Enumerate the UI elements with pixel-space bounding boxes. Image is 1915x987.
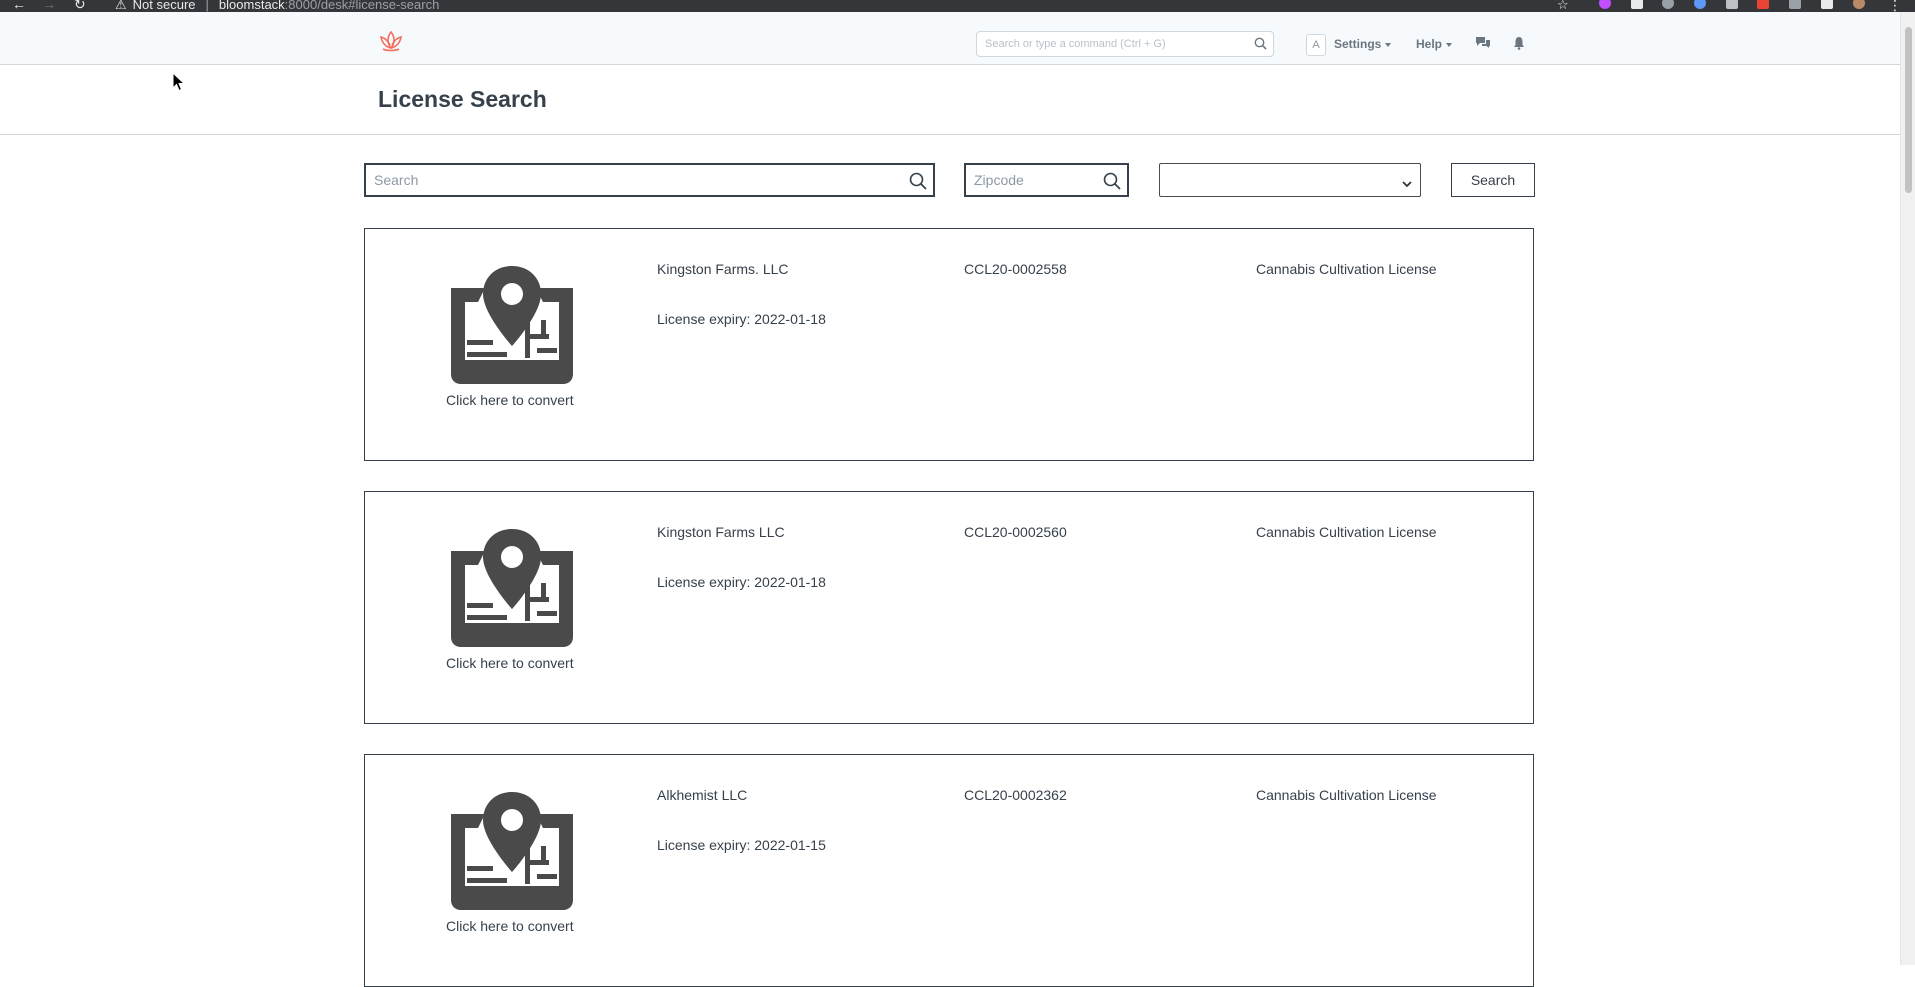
- security-label: Not secure: [132, 0, 196, 12]
- bell-icon[interactable]: [1513, 36, 1525, 55]
- license-type-select[interactable]: [1159, 163, 1421, 197]
- company-name: Alkhemist LLC: [657, 787, 748, 803]
- browser-toolbar: ← → ↻ ⚠ Not secure | bloomstack:8000/desk#l…: [0, 0, 1915, 12]
- url-host: bloomstack: [218, 0, 285, 12]
- license-type: Cannabis Cultivation License: [1256, 787, 1437, 803]
- address-bar[interactable]: ⚠ Not secure | bloomstack:8000/desk#license…: [115, 0, 439, 12]
- map-pin-icon[interactable]: [445, 788, 579, 919]
- zipcode-field[interactable]: [964, 163, 1129, 197]
- extension-icon[interactable]: [1599, 0, 1611, 9]
- profile-avatar[interactable]: [1853, 0, 1865, 9]
- scrollbar-thumb[interactable]: [1905, 27, 1912, 193]
- caret-down-icon: [1446, 42, 1453, 47]
- avatar[interactable]: A: [1306, 34, 1326, 56]
- extension-icon[interactable]: [1694, 0, 1706, 9]
- search-icon[interactable]: [909, 172, 927, 195]
- convert-link[interactable]: Click here to convert: [446, 918, 574, 934]
- license-card: Click here to convert Kingston Farms. LLC…: [364, 228, 1534, 461]
- search-icon[interactable]: [1103, 172, 1121, 195]
- page-title: License Search: [378, 86, 547, 112]
- scrollbar[interactable]: [1900, 12, 1915, 965]
- convert-link[interactable]: Click here to convert: [446, 655, 574, 671]
- awesomebar[interactable]: [976, 31, 1274, 57]
- lotus-logo-icon[interactable]: [378, 30, 404, 57]
- help-label: Help: [1416, 37, 1443, 51]
- awesomebar-input[interactable]: [977, 32, 1253, 56]
- reload-icon[interactable]: ↻: [74, 0, 86, 12]
- app-navbar: A Settings Help: [0, 12, 1900, 65]
- search-button[interactable]: Search: [1451, 163, 1535, 197]
- map-pin-icon[interactable]: [445, 262, 579, 393]
- license-type: Cannabis Cultivation License: [1256, 524, 1437, 540]
- caret-down-icon: [1385, 42, 1392, 47]
- map-pin-icon[interactable]: [445, 525, 579, 656]
- license-expiry: License expiry: 2022-01-18: [657, 574, 826, 590]
- convert-link[interactable]: Click here to convert: [446, 392, 574, 408]
- chat-icon[interactable]: [1475, 36, 1491, 55]
- help-dropdown[interactable]: Help: [1416, 37, 1453, 51]
- settings-label: Settings: [1334, 37, 1382, 51]
- forward-arrow-icon[interactable]: →: [42, 0, 56, 12]
- star-icon[interactable]: ☆: [1557, 0, 1569, 12]
- back-arrow-icon[interactable]: ←: [12, 0, 26, 12]
- license-expiry: License expiry: 2022-01-18: [657, 311, 826, 327]
- url-path: :8000/desk#license-search: [284, 0, 440, 12]
- search-field[interactable]: [364, 163, 935, 197]
- extension-icon[interactable]: [1789, 0, 1801, 9]
- extension-icon[interactable]: [1662, 0, 1674, 9]
- warning-icon: ⚠: [115, 0, 127, 12]
- settings-dropdown[interactable]: Settings: [1334, 37, 1392, 51]
- menu-dots-icon[interactable]: ⋮: [1888, 0, 1902, 12]
- mouse-cursor: [172, 71, 186, 97]
- puzzle-icon[interactable]: [1821, 0, 1833, 9]
- license-card: Click here to convert Kingston Farms LLC L…: [364, 491, 1534, 724]
- license-number: CCL20-0002558: [964, 261, 1067, 277]
- chevron-down-icon: [1402, 175, 1412, 193]
- company-name: Kingston Farms. LLC: [657, 261, 789, 277]
- extension-icon[interactable]: [1757, 0, 1769, 9]
- license-type: Cannabis Cultivation License: [1256, 261, 1437, 277]
- license-number: CCL20-0002362: [964, 787, 1067, 803]
- search-input[interactable]: [366, 165, 933, 195]
- extension-icon[interactable]: [1631, 0, 1643, 9]
- page-head: License Search: [0, 65, 1900, 135]
- search-icon[interactable]: [1254, 37, 1267, 55]
- extension-icon[interactable]: [1726, 0, 1738, 9]
- license-card: Click here to convert Alkhemist LLC Licens…: [364, 754, 1534, 987]
- license-number: CCL20-0002560: [964, 524, 1067, 540]
- company-name: Kingston Farms LLC: [657, 524, 785, 540]
- license-expiry: License expiry: 2022-01-15: [657, 837, 826, 853]
